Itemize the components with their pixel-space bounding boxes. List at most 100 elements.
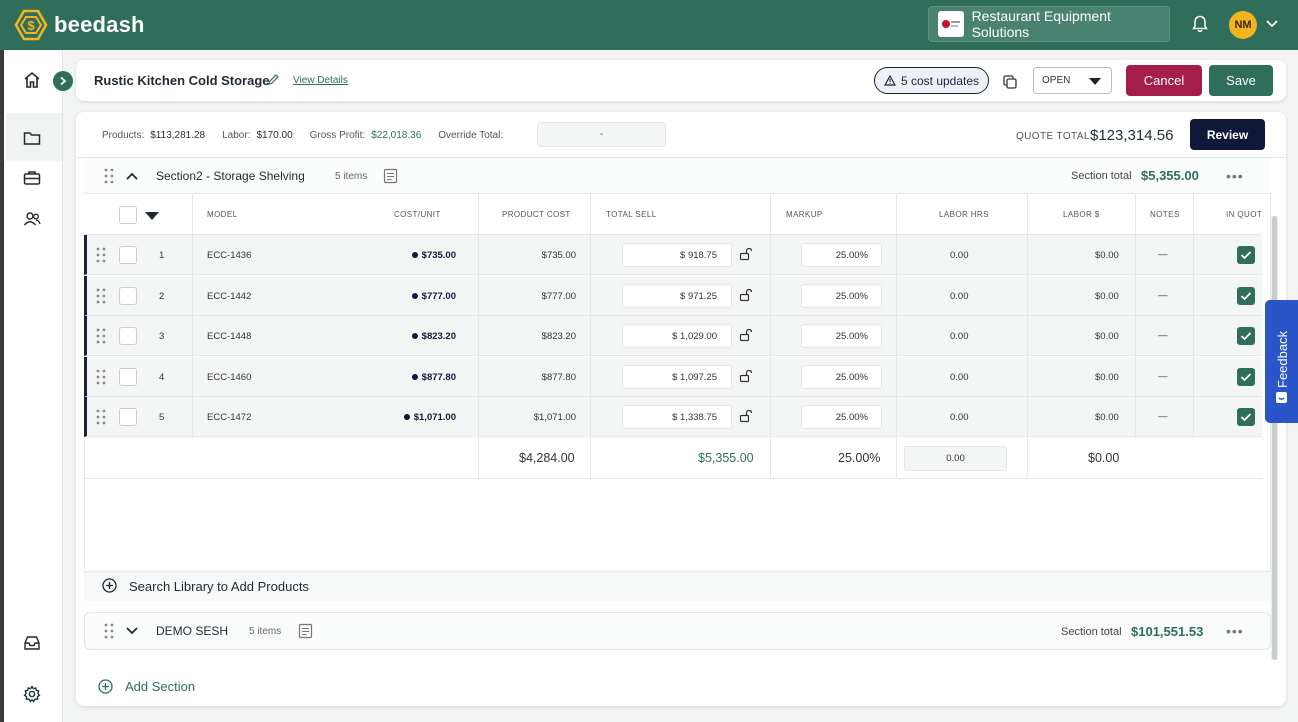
column-separator <box>478 194 479 479</box>
in-quote-checkbox[interactable] <box>1237 287 1255 305</box>
row-markup-input[interactable]: 25.00% <box>801 365 882 389</box>
row-select-checkbox[interactable] <box>119 368 137 386</box>
drag-handle-icon[interactable] <box>96 409 106 425</box>
chevron-down-icon[interactable] <box>1265 19 1279 29</box>
drag-handle-icon[interactable] <box>96 369 106 385</box>
copy-icon[interactable] <box>1002 74 1018 90</box>
row-labor-hrs[interactable]: 0.00 <box>950 331 969 342</box>
svg-text:$: $ <box>27 18 35 33</box>
edit-pencil-icon[interactable] <box>267 73 280 86</box>
row-markup-input[interactable]: 25.00% <box>801 284 882 308</box>
view-details-link[interactable]: View Details <box>293 75 348 86</box>
row-total-sell-input[interactable]: $ 971.25 <box>622 284 732 308</box>
drag-handle-icon[interactable] <box>96 328 106 344</box>
row-notes[interactable]: — <box>1158 371 1168 382</box>
unlock-icon[interactable] <box>739 288 753 302</box>
row-select-checkbox[interactable] <box>119 408 137 426</box>
row-labor-hrs[interactable]: 0.00 <box>950 372 969 383</box>
checkmark-icon <box>1240 373 1252 382</box>
row-cost-unit[interactable]: $1,071.00 <box>376 412 456 423</box>
drag-handle-icon[interactable] <box>96 288 106 304</box>
drag-handle-icon[interactable] <box>104 168 114 184</box>
select-all-checkbox[interactable] <box>119 206 137 224</box>
row-notes[interactable]: — <box>1158 411 1168 422</box>
company-switcher[interactable]: Restaurant Equipment Solutions <box>928 6 1170 42</box>
plus-circle-icon[interactable] <box>98 679 113 694</box>
in-quote-checkbox[interactable] <box>1237 408 1255 426</box>
unlock-icon[interactable] <box>739 328 753 342</box>
gross-profit-label: Gross Profit: <box>309 130 366 141</box>
row-markup-input[interactable]: 25.00% <box>801 243 882 267</box>
status-select[interactable]: OPEN <box>1033 67 1112 94</box>
row-cost-unit[interactable]: $777.00 <box>376 291 456 302</box>
row-labor-hrs[interactable]: 0.00 <box>950 412 969 423</box>
feedback-label: Feedback <box>1275 330 1290 388</box>
row-total-sell-input[interactable]: $ 1,029.00 <box>622 324 732 348</box>
inbox-icon[interactable] <box>22 633 42 653</box>
home-icon[interactable] <box>22 70 42 90</box>
expand-nav-button[interactable] <box>53 71 73 91</box>
section-more-menu-icon[interactable]: ••• <box>1226 168 1244 184</box>
review-button[interactable]: Review <box>1190 119 1265 150</box>
row-select-checkbox[interactable] <box>119 287 137 305</box>
row-notes[interactable]: — <box>1158 290 1168 301</box>
briefcase-icon[interactable] <box>22 168 42 188</box>
row-cost-unit[interactable]: $735.00 <box>376 250 456 261</box>
row-total-sell-input[interactable]: $ 918.75 <box>622 243 732 267</box>
cost-updates-button[interactable]: 5 cost updates <box>874 67 989 94</box>
plus-circle-icon[interactable] <box>102 578 117 593</box>
notes-icon[interactable] <box>383 168 398 184</box>
folder-icon[interactable] <box>22 128 42 148</box>
collapse-chevron-up-icon[interactable] <box>125 171 139 181</box>
row-total-sell-input[interactable]: $ 1,338.75 <box>622 405 732 429</box>
drag-handle-icon[interactable] <box>104 623 114 639</box>
row-labor-hrs[interactable]: 0.00 <box>950 250 969 261</box>
row-markup-input[interactable]: 25.00% <box>801 324 882 348</box>
drag-handle-icon[interactable] <box>96 247 106 263</box>
users-icon[interactable] <box>22 209 42 229</box>
total-labor-hrs-input[interactable]: 0.00 <box>904 446 1007 471</box>
section-totals-row <box>84 438 1262 479</box>
row-model[interactable]: ECC-1436 <box>207 250 251 261</box>
unlock-icon[interactable] <box>739 369 753 383</box>
in-quote-checkbox[interactable] <box>1237 327 1255 345</box>
row-cost-unit[interactable]: $877.80 <box>376 372 456 383</box>
section-more-menu-icon[interactable]: ••• <box>1226 623 1244 639</box>
in-quote-checkbox[interactable] <box>1237 368 1255 386</box>
notifications-bell-icon[interactable] <box>1192 15 1208 33</box>
search-library-link[interactable]: Search Library to Add Products <box>129 579 309 594</box>
cost-updates-label: 5 cost updates <box>900 73 980 88</box>
caret-down-icon[interactable] <box>145 212 159 220</box>
row-cost-unit-value: $823.20 <box>421 331 456 342</box>
row-markup-input[interactable]: 25.00% <box>801 405 882 429</box>
row-model[interactable]: ECC-1448 <box>207 331 251 342</box>
expand-chevron-down-icon[interactable] <box>125 626 139 636</box>
total-markup: 25.00% <box>838 451 881 465</box>
row-notes[interactable]: — <box>1158 330 1168 341</box>
row-cost-unit[interactable]: $823.20 <box>376 331 456 342</box>
unlock-icon[interactable] <box>739 247 753 261</box>
save-button[interactable]: Save <box>1209 65 1273 96</box>
row-cost-unit-value: $1,071.00 <box>413 412 456 423</box>
labor-value: $170.00 <box>256 130 293 141</box>
row-model[interactable]: ECC-1472 <box>207 412 251 423</box>
scrollbar-thumb[interactable] <box>1272 216 1277 660</box>
settings-gear-icon[interactable] <box>22 684 42 704</box>
notes-icon[interactable] <box>298 623 313 639</box>
unlock-icon[interactable] <box>739 409 753 423</box>
cancel-button[interactable]: Cancel <box>1126 65 1202 96</box>
beedash-logo[interactable]: $ beedash <box>14 9 145 41</box>
quote-total-label: QUOTE TOTAL <box>1016 131 1090 142</box>
row-select-checkbox[interactable] <box>119 246 137 264</box>
user-avatar[interactable]: NM <box>1229 11 1257 39</box>
row-select-checkbox[interactable] <box>119 327 137 345</box>
row-model[interactable]: ECC-1442 <box>207 291 251 302</box>
cost-update-dot-icon <box>411 293 418 300</box>
row-notes[interactable]: — <box>1158 249 1168 260</box>
add-section-link[interactable]: Add Section <box>125 679 195 694</box>
row-labor-hrs[interactable]: 0.00 <box>950 291 969 302</box>
override-total-input[interactable]: - <box>537 122 666 147</box>
row-total-sell-input[interactable]: $ 1,097.25 <box>622 365 732 389</box>
in-quote-checkbox[interactable] <box>1237 246 1255 264</box>
row-model[interactable]: ECC-1460 <box>207 372 251 383</box>
